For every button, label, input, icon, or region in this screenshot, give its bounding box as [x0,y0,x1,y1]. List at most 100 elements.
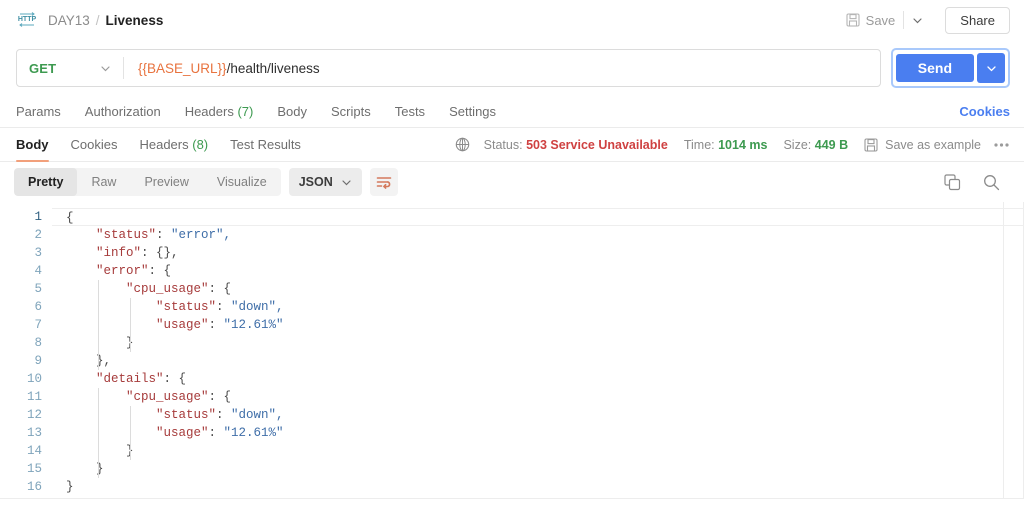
json-key: "status" [66,228,157,242]
json-colon: : [208,390,224,404]
tab-label: Headers [139,137,189,152]
tab-label: Scripts [330,104,371,119]
code-line: "status": "error", [52,226,1024,244]
line-number: 2 [34,228,42,242]
http-icon: HTTP [16,11,38,29]
breadcrumb-current[interactable]: Liveness [106,13,164,28]
size-badge: Size: 449 B [783,138,848,152]
line-number: 5 [34,282,42,296]
code-content[interactable]: { "status": "error", "info": {}, "error"… [52,202,1024,499]
tab-authorization[interactable]: Authorization [73,104,173,119]
tab-count: (7) [237,104,254,119]
tab-count: (8) [192,137,209,152]
json-colon: : [141,246,157,260]
format-raw[interactable]: Raw [77,168,130,196]
size-value: 449 B [814,137,849,152]
globe-icon[interactable] [455,137,470,152]
line-number: 13 [26,426,42,440]
url-variable: {{BASE_URL}} [138,60,227,76]
breadcrumb[interactable]: DAY13 / Liveness [48,13,163,28]
json-colon: : [163,372,179,386]
json-value: {}, [156,246,179,260]
format-segmented-control: Pretty Raw Preview Visualize [14,168,281,196]
code-line: "usage": "12.61%" [52,424,1024,442]
line-number: 7 [34,318,42,332]
http-method-value: GET [29,60,57,76]
more-options-icon[interactable] [993,142,1010,148]
json-value: { [163,264,172,278]
response-body-code-viewer[interactable]: 1 2 3 4 5 6 7 8 9 10 11 12 13 14 15 16 { "status": "err… [0,202,1024,499]
search-icon[interactable] [983,174,1000,191]
tab-tests[interactable]: Tests [383,104,437,119]
http-method-select[interactable]: GET [17,50,123,86]
json-value: { [223,390,232,404]
save-icon [864,137,878,152]
json-value: "12.61%" [223,426,284,440]
save-button[interactable]: Save [842,9,904,32]
format-visualize[interactable]: Visualize [203,168,281,196]
send-options-chevron-down-icon[interactable] [977,53,1005,83]
code-line: { [52,208,1024,226]
time-badge: Time: 1014 ms [684,138,768,152]
url-bar-row: GET {{BASE_URL}}/health/liveness Send [0,40,1024,96]
json-key: "details" [66,372,164,386]
tab-label: Cookies [70,137,118,152]
response-tab-test-results[interactable]: Test Results [219,128,312,162]
line-number: 4 [34,264,42,278]
format-preview[interactable]: Preview [130,168,202,196]
cookies-link[interactable]: Cookies [959,104,1010,119]
json-punctuation: }, [66,354,112,368]
share-button[interactable]: Share [945,6,1010,34]
size-label: Size: [783,137,812,152]
json-colon: : [216,408,232,422]
line-number: 1 [34,210,42,224]
line-number: 9 [34,354,42,368]
header-actions: Save Share [842,6,1010,34]
json-key: "usage" [66,426,209,440]
code-line: }, [52,352,1024,370]
json-key: "error" [66,264,149,278]
save-as-example-button[interactable]: Save as example [864,138,981,152]
indent-guide [130,406,131,460]
tab-scripts[interactable]: Scripts [319,104,383,119]
code-line: "info": {}, [52,244,1024,262]
tab-settings[interactable]: Settings [437,104,508,119]
json-value: { [178,372,187,386]
line-number: 3 [34,246,42,260]
json-key: "status" [66,300,217,314]
tab-body[interactable]: Body [265,104,319,119]
json-key: "cpu_usage" [66,390,209,404]
line-number: 15 [26,462,42,476]
code-line: "status": "down", [52,298,1024,316]
tab-params[interactable]: Params [16,104,73,119]
response-tab-body[interactable]: Body [16,128,60,162]
url-input[interactable]: {{BASE_URL}}/health/liveness [124,61,880,76]
format-pretty[interactable]: Pretty [14,168,78,196]
line-number: 6 [34,300,42,314]
response-tools [944,173,1010,191]
line-number-gutter: 1 2 3 4 5 6 7 8 9 10 11 12 13 14 15 16 [0,202,52,499]
tab-label: Headers [184,104,234,119]
content-type-select[interactable]: JSON [288,168,362,196]
tab-headers[interactable]: Headers (7) [173,104,266,119]
request-header: HTTP DAY13 / Liveness Save Share [0,0,1024,40]
json-colon: : [208,318,224,332]
tab-label: Settings [449,104,497,119]
svg-text:HTTP: HTTP [18,16,37,23]
code-line: } [52,442,1024,460]
word-wrap-toggle-icon[interactable] [369,168,398,196]
json-colon: : [148,264,164,278]
line-number: 8 [34,336,42,350]
tab-label: Body [16,137,49,152]
save-options-chevron-down-icon[interactable] [903,11,933,29]
json-colon: : [216,300,232,314]
send-button[interactable]: Send [895,54,974,82]
code-line: } [52,460,1024,478]
response-tab-headers[interactable]: Headers (8) [128,128,219,162]
code-line: "usage": "12.61%" [52,316,1024,334]
response-format-toolbar: Pretty Raw Preview Visualize JSON [0,162,1024,202]
response-tab-cookies[interactable]: Cookies [60,128,129,162]
copy-icon[interactable] [944,173,961,191]
code-line: "cpu_usage": { [52,280,1024,298]
breadcrumb-folder[interactable]: DAY13 [48,13,90,28]
